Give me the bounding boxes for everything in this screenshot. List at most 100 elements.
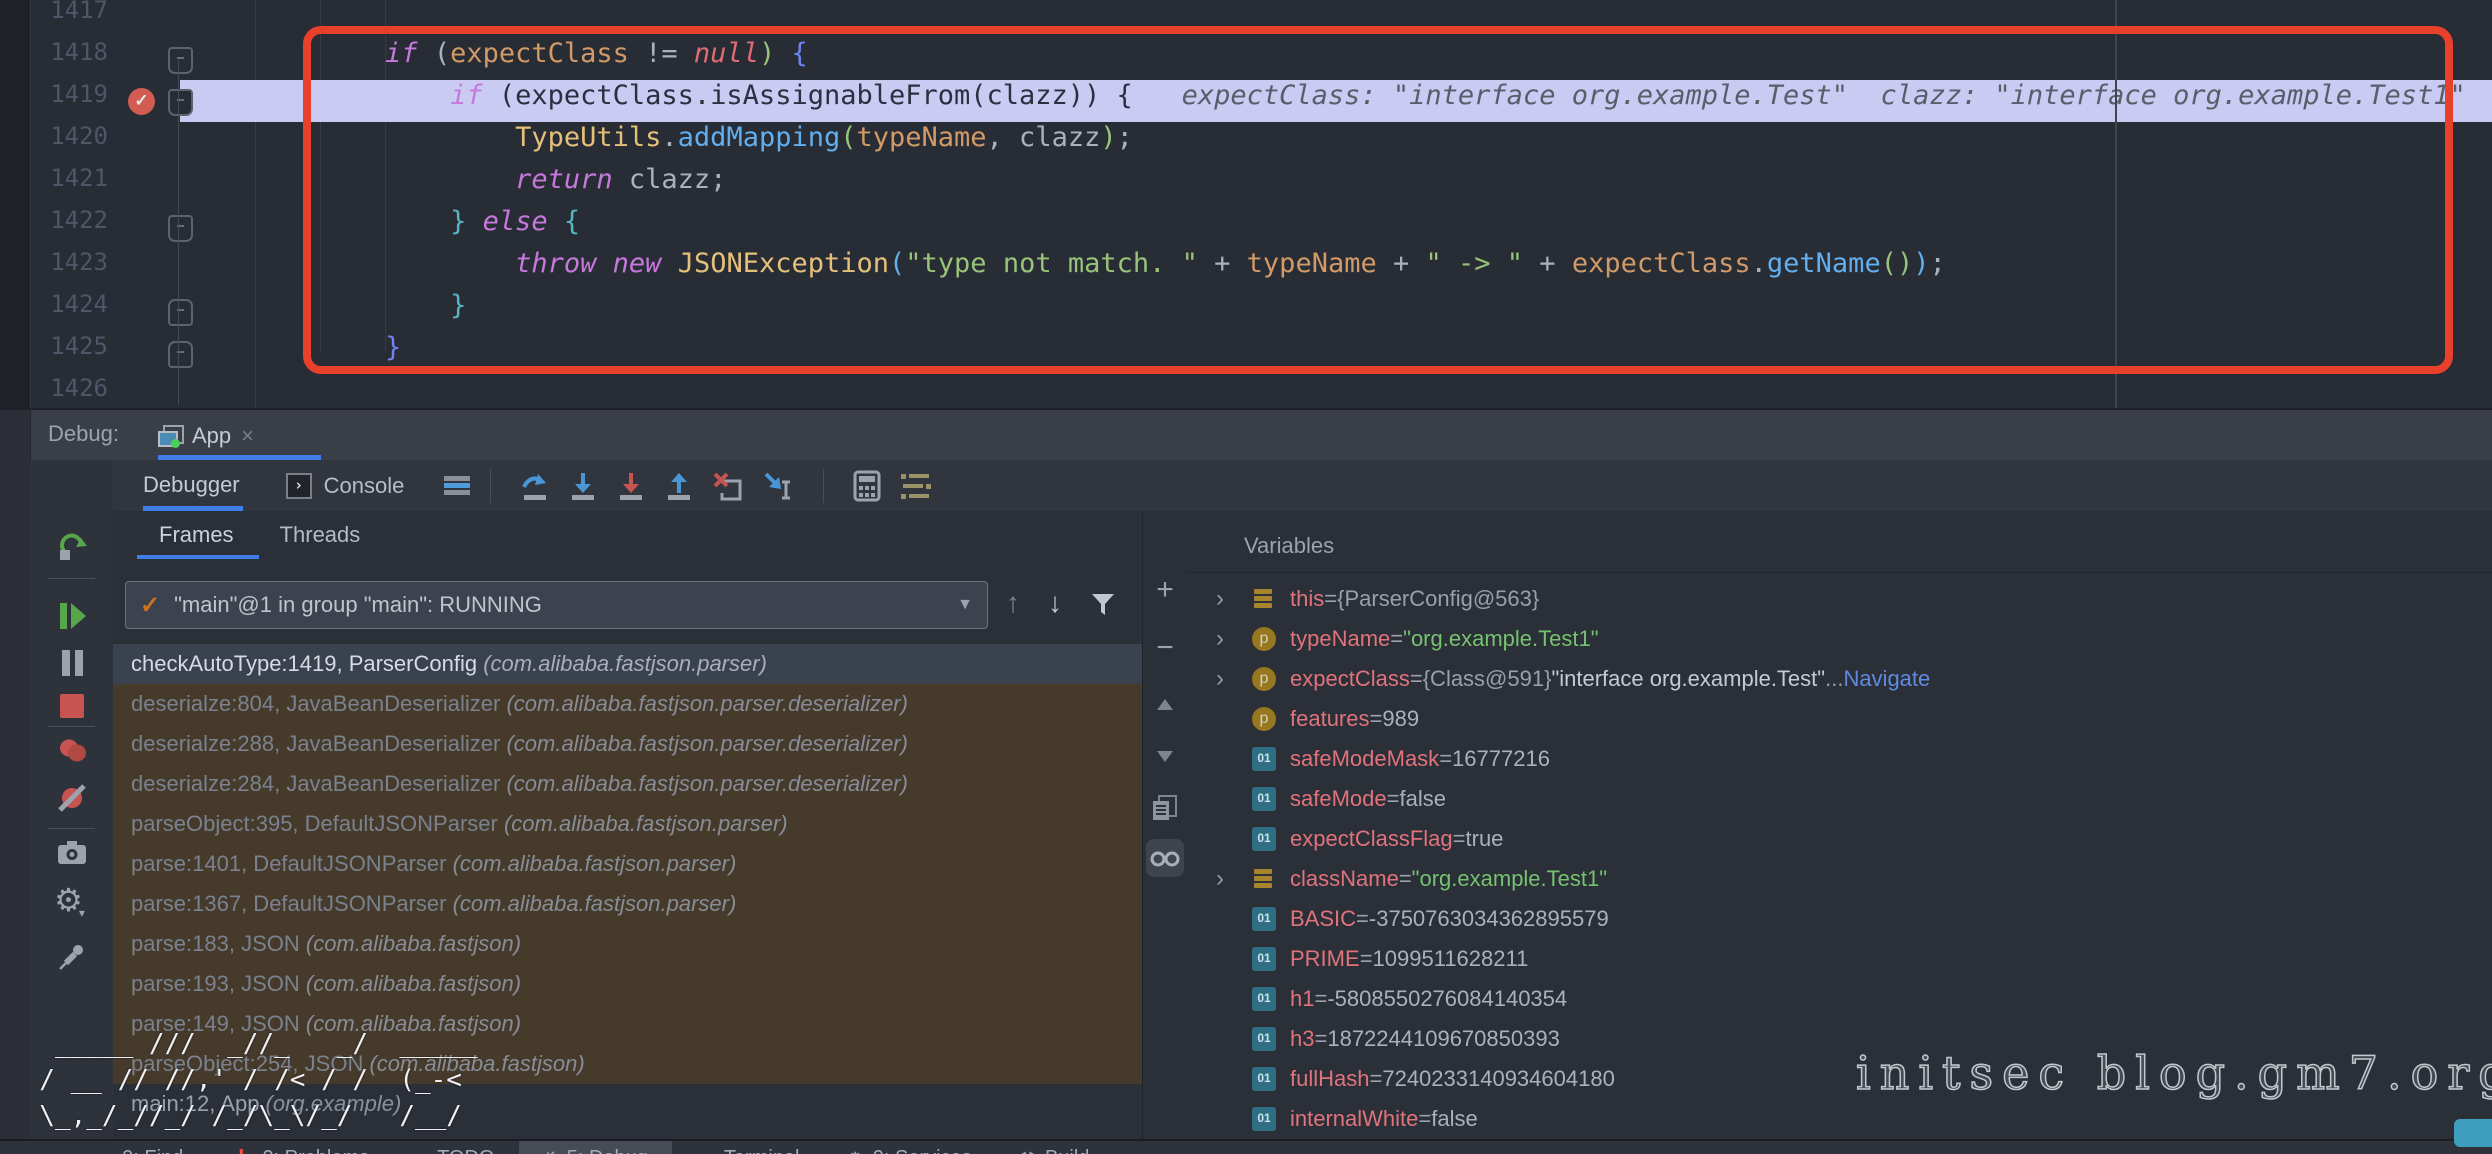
toolwindow-button-todo[interactable]: ≡TODO bbox=[393, 1141, 518, 1154]
debug-tool-window: Debug: App × 7: Structure 2: Favorites ★ bbox=[0, 408, 2492, 1154]
expand-chevron-icon[interactable]: › bbox=[1216, 665, 1252, 693]
stop-button[interactable] bbox=[58, 692, 86, 720]
camera-thread-dump-icon[interactable] bbox=[56, 840, 88, 866]
trace-streams-icon[interactable] bbox=[899, 472, 933, 500]
code-line[interactable]: 1417 bbox=[0, 0, 2492, 38]
view-breakpoints-button[interactable] bbox=[56, 736, 88, 766]
step-out-button[interactable] bbox=[664, 471, 694, 501]
line-number: 1423 bbox=[0, 248, 108, 276]
gear-settings-icon[interactable]: ⚙▾ bbox=[54, 884, 89, 923]
variable-row[interactable]: 01safeModeMask = 16777216 bbox=[1186, 739, 2492, 779]
variable-row[interactable]: 01internalWhite = false bbox=[1186, 1099, 2492, 1139]
fold-marker-icon[interactable]: − bbox=[168, 299, 193, 326]
variable-row[interactable]: 01fullHash = 7240233140934604180 bbox=[1186, 1059, 2492, 1099]
toolwindow-button-problems[interactable]: ❗0: Problems bbox=[207, 1141, 393, 1154]
resume-button[interactable] bbox=[57, 600, 87, 632]
code-line[interactable]: 1418− if (expectClass != null) { bbox=[0, 38, 2492, 80]
stack-frame-row[interactable]: parseObject:395, DefaultJSONParser (com.… bbox=[113, 804, 1142, 844]
duplicate-watch-icon[interactable] bbox=[1153, 795, 1177, 821]
rerun-button[interactable] bbox=[56, 530, 88, 562]
stack-frame-row[interactable]: parse:193, JSON (com.alibaba.fastjson) bbox=[113, 964, 1142, 1004]
fold-marker-icon[interactable]: − bbox=[168, 89, 193, 116]
toolwindow-button-terminal[interactable]: ▸_Terminal bbox=[672, 1141, 824, 1154]
navigate-link[interactable]: Navigate bbox=[1843, 666, 1930, 692]
code-line[interactable]: 1421 return clazz; bbox=[0, 164, 2492, 206]
stack-frame-row[interactable]: parse:1367, DefaultJSONParser (com.aliba… bbox=[113, 884, 1142, 924]
variable-row[interactable]: 01expectClassFlag = true bbox=[1186, 819, 2492, 859]
problems-icon: ❗ bbox=[231, 1149, 252, 1154]
stack-frame-row[interactable]: main:12, App (org.example) bbox=[113, 1084, 1142, 1124]
stack-frame-row[interactable]: deserialze:288, JavaBeanDeserializer (co… bbox=[113, 724, 1142, 764]
force-step-into-button[interactable] bbox=[616, 471, 646, 501]
expand-chevron-icon[interactable]: › bbox=[1216, 585, 1252, 613]
thread-status-text: "main"@1 in group "main": RUNNING bbox=[174, 592, 957, 618]
variable-row[interactable]: 01h3 = 1872244109670850393 bbox=[1186, 1019, 2492, 1059]
add-watch-button[interactable]: + bbox=[1156, 573, 1174, 607]
stack-frame-row[interactable]: parse:183, JSON (com.alibaba.fastjson) bbox=[113, 924, 1142, 964]
breakpoint-icon[interactable]: ✓ bbox=[128, 88, 155, 115]
toolwindow-button-services[interactable]: ⚙0: Services bbox=[824, 1141, 996, 1154]
code-line[interactable]: 1420 TypeUtils.addMapping(typeName, claz… bbox=[0, 122, 2492, 164]
toolwindow-button-debug[interactable]: ✗5: Debug bbox=[519, 1141, 672, 1154]
variable-row[interactable]: 01safeMode = false bbox=[1186, 779, 2492, 819]
toolwindow-button-build[interactable]: ⚒Build bbox=[996, 1141, 1114, 1154]
tab-console[interactable]: › Console bbox=[286, 473, 405, 499]
stack-frame-row[interactable]: deserialze:284, JavaBeanDeserializer (co… bbox=[113, 764, 1142, 804]
right-margin-guide bbox=[2115, 0, 2117, 408]
code-line[interactable]: 1423 throw new JSONException("type not m… bbox=[0, 248, 2492, 290]
tab-frames[interactable]: Frames bbox=[159, 522, 234, 548]
primitive-icon: 01 bbox=[1252, 947, 1276, 971]
code-line[interactable]: 1425− } bbox=[0, 332, 2492, 374]
evaluate-expression-button[interactable] bbox=[853, 470, 881, 502]
notification-badge[interactable] bbox=[2454, 1119, 2492, 1147]
code-line[interactable]: 1426 bbox=[0, 374, 2492, 416]
pin-icon[interactable] bbox=[57, 942, 87, 972]
tab-threads[interactable]: Threads bbox=[280, 522, 361, 548]
stack-frame-row[interactable]: parse:1401, DefaultJSONParser (com.aliba… bbox=[113, 844, 1142, 884]
thread-selector-dropdown[interactable]: ✓ "main"@1 in group "main": RUNNING ▼ bbox=[125, 581, 988, 629]
step-into-button[interactable] bbox=[568, 471, 598, 501]
code-line[interactable]: 1424− } bbox=[0, 290, 2492, 332]
filter-frames-icon[interactable] bbox=[1090, 591, 1116, 617]
variable-row[interactable]: 01PRIME = 1099511628211 bbox=[1186, 939, 2492, 979]
frame-up-button[interactable]: ↑ bbox=[1006, 587, 1020, 619]
variable-row[interactable]: ›className = "org.example.Test1" bbox=[1186, 859, 2492, 899]
code-line[interactable]: 1419✓− if (expectClass.isAssignableFrom(… bbox=[0, 80, 2492, 122]
toolwindow-button-find[interactable]: ◌0: Find bbox=[78, 1141, 207, 1154]
expand-chevron-icon[interactable]: › bbox=[1216, 865, 1252, 893]
remove-watch-button[interactable]: − bbox=[1156, 631, 1174, 665]
stack-frame-row[interactable]: deserialze:804, JavaBeanDeserializer (co… bbox=[113, 684, 1142, 724]
variable-name: this bbox=[1290, 586, 1324, 612]
fold-marker-icon[interactable]: − bbox=[168, 341, 193, 368]
fold-marker-icon[interactable]: − bbox=[168, 215, 193, 242]
layout-settings-icon[interactable] bbox=[444, 476, 470, 496]
variable-name: expectClassFlag bbox=[1290, 826, 1453, 852]
step-over-button[interactable] bbox=[520, 471, 550, 501]
show-watches-button[interactable] bbox=[1146, 839, 1184, 877]
debug-session-tab-app[interactable]: App × bbox=[158, 416, 254, 456]
drop-frame-button[interactable] bbox=[712, 471, 744, 501]
stack-frame-row[interactable]: checkAutoType:1419, ParserConfig (com.al… bbox=[113, 644, 1142, 684]
variable-row[interactable]: 01h1 = -5808550276084140354 bbox=[1186, 979, 2492, 1019]
variable-row[interactable]: pfeatures = 989 bbox=[1186, 699, 2492, 739]
move-watch-down-button[interactable] bbox=[1157, 751, 1173, 762]
variable-row[interactable]: ›pexpectClass = {Class@591} "interface o… bbox=[1186, 659, 2492, 699]
mute-breakpoints-button[interactable] bbox=[56, 782, 88, 814]
stack-frame-row[interactable]: parseObject:254, JSON (com.alibaba.fastj… bbox=[113, 1044, 1142, 1084]
variable-row[interactable]: ›this = {ParserConfig@563} bbox=[1186, 579, 2492, 619]
parameter-icon: p bbox=[1252, 627, 1276, 651]
code-line[interactable]: 1422− } else { bbox=[0, 206, 2492, 248]
variable-row[interactable]: 01BASIC = -3750763034362895579 bbox=[1186, 899, 2492, 939]
expand-chevron-icon[interactable]: › bbox=[1216, 625, 1252, 653]
tab-debugger[interactable]: Debugger bbox=[143, 472, 240, 500]
frame-down-button[interactable]: ↓ bbox=[1048, 587, 1062, 619]
pause-button[interactable] bbox=[59, 648, 85, 678]
stack-frame-row[interactable]: parse:149, JSON (com.alibaba.fastjson) bbox=[113, 1004, 1142, 1044]
fold-marker-icon[interactable]: − bbox=[168, 47, 193, 74]
variable-row[interactable]: ›ptypeName = "org.example.Test1" bbox=[1186, 619, 2492, 659]
run-to-cursor-button[interactable] bbox=[762, 470, 794, 502]
code-editor[interactable]: 14171418− if (expectClass != null) {1419… bbox=[0, 0, 2492, 408]
variable-name: className bbox=[1290, 866, 1399, 892]
move-watch-up-button[interactable] bbox=[1157, 699, 1173, 710]
close-icon[interactable]: × bbox=[241, 423, 254, 449]
